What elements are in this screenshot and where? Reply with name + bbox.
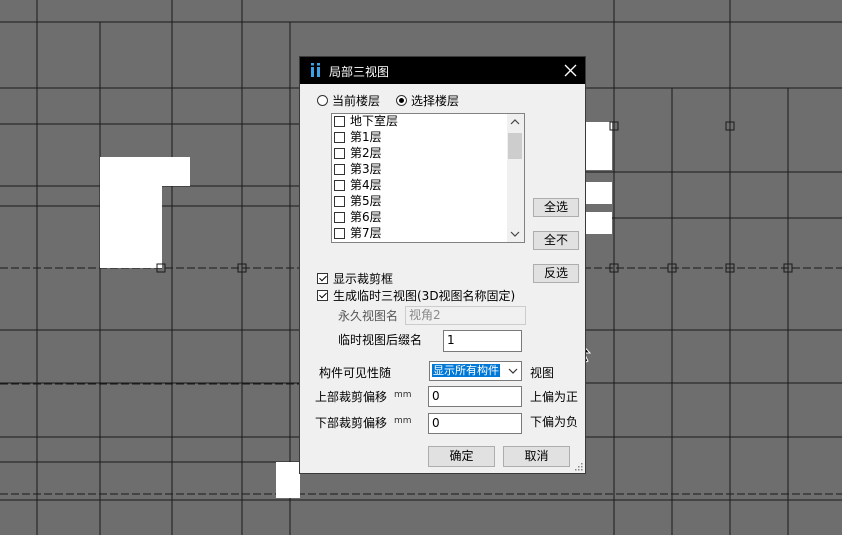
list-item[interactable]: 第2层 <box>334 146 509 162</box>
floor-checkbox[interactable] <box>334 164 345 175</box>
radio-select-floor[interactable] <box>396 95 407 106</box>
floor-checkbox[interactable] <box>334 212 345 223</box>
radio-current-floor-label: 当前楼层 <box>332 94 381 108</box>
list-item[interactable]: 地下室层 <box>334 114 509 130</box>
floor-list[interactable]: 地下室层 第1层 第2层 第3层 第4层 第5层 第6层 第7层 <box>331 113 525 243</box>
show-crop-frame-checkbox[interactable] <box>317 273 328 284</box>
bottom-offset-note: 下偏为负 <box>530 415 579 429</box>
top-offset-note: 上偏为正 <box>530 390 579 404</box>
gen-temp-view-checkbox[interactable] <box>317 290 328 301</box>
top-offset-field[interactable]: 0 <box>428 386 522 407</box>
app-icon <box>311 63 320 77</box>
chevron-down-icon[interactable] <box>507 365 519 377</box>
list-item[interactable]: 第6层 <box>334 210 509 226</box>
radio-select-floor-label: 选择楼层 <box>411 94 460 108</box>
floor-checkbox[interactable] <box>334 180 345 191</box>
scroll-down-icon[interactable] <box>510 230 520 238</box>
list-item[interactable]: 第4层 <box>334 178 509 194</box>
list-item[interactable]: 第1层 <box>334 130 509 146</box>
floor-checkbox[interactable] <box>334 196 345 207</box>
scroll-thumb[interactable] <box>508 133 522 159</box>
top-offset-label: 上部裁剪偏移 <box>315 390 388 404</box>
temp-view-suffix-field[interactable]: 1 <box>443 330 522 352</box>
scroll-up-icon[interactable] <box>510 118 520 126</box>
floor-checkbox[interactable] <box>334 132 345 143</box>
list-item[interactable]: 第7层 <box>334 226 509 242</box>
bottom-offset-label: 下部裁剪偏移 <box>315 416 388 430</box>
radio-current-floor[interactable] <box>317 95 328 106</box>
visibility-suffix: 视图 <box>530 366 555 380</box>
floor-checkbox[interactable] <box>334 116 345 127</box>
select-all-button[interactable]: 全选 <box>533 198 579 217</box>
ok-button[interactable]: 确定 <box>428 446 495 467</box>
bottom-offset-field[interactable]: 0 <box>428 413 522 434</box>
list-item[interactable]: 第3层 <box>334 162 509 178</box>
gen-temp-view-label: 生成临时三视图(3D视图名称固定) <box>333 289 516 303</box>
invert-selection-button[interactable]: 反选 <box>533 264 579 283</box>
dialog-title: 局部三视图 <box>329 65 390 79</box>
floor-checkbox[interactable] <box>334 228 345 239</box>
list-item[interactable]: 第5层 <box>334 194 509 210</box>
visibility-label: 构件可见性随 <box>319 366 392 380</box>
top-offset-unit: mm <box>394 390 412 400</box>
show-crop-frame-label: 显示裁剪框 <box>333 272 394 286</box>
select-none-button[interactable]: 全不 <box>533 231 579 250</box>
dialog-titlebar[interactable]: 局部三视图 <box>300 57 585 84</box>
temp-view-suffix-label: 临时视图后缀名 <box>338 333 423 347</box>
close-icon[interactable] <box>555 57 585 84</box>
cancel-button[interactable]: 取消 <box>503 446 570 467</box>
visibility-selected-value: 显示所有构件 <box>431 363 501 378</box>
floor-checkbox[interactable] <box>334 148 345 159</box>
visibility-dropdown[interactable]: 显示所有构件 <box>429 361 522 381</box>
floor-list-scrollbar[interactable] <box>507 114 524 242</box>
permanent-view-name-label: 永久视图名 <box>338 309 399 323</box>
local-three-view-dialog: 局部三视图 当前楼层 选择楼层 地下室层 第1层 第2层 第3层 第4层 第5层… <box>299 56 586 474</box>
permanent-view-name-field: 视角2 <box>405 306 526 325</box>
bottom-offset-unit: mm <box>394 416 412 426</box>
resize-grip-icon[interactable] <box>575 463 583 471</box>
